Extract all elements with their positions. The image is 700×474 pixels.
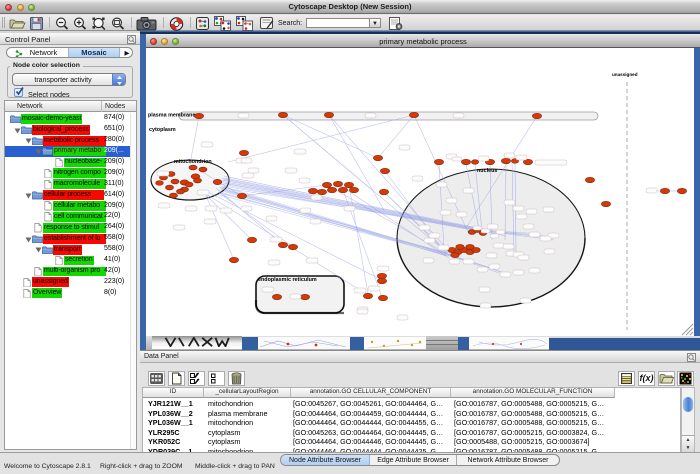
svg-text:mitochondrion: mitochondrion <box>174 159 212 165</box>
svg-text:plasma membrane: plasma membrane <box>148 113 195 119</box>
svg-text:unassigned: unassigned <box>612 72 638 77</box>
svg-text:nucleus: nucleus <box>477 168 497 174</box>
svg-text:cytoplasm: cytoplasm <box>149 127 176 133</box>
svg-text:endoplasmic reticulum: endoplasmic reticulum <box>258 277 317 283</box>
